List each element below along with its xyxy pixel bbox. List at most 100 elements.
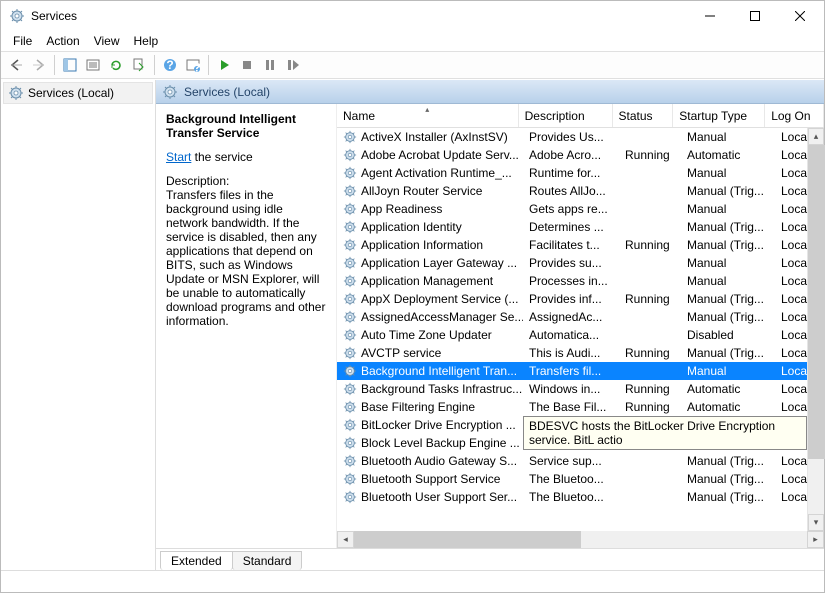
help-topics-button[interactable]: ?: [182, 54, 204, 76]
service-row[interactable]: Application ManagementProcesses in...Man…: [337, 272, 807, 290]
restart-service-button[interactable]: [282, 54, 304, 76]
service-row[interactable]: AllJoyn Router ServiceRoutes AllJo...Man…: [337, 182, 807, 200]
pause-service-button[interactable]: [259, 54, 281, 76]
hscroll-thumb[interactable]: [354, 531, 581, 548]
sort-asc-icon: ▴: [425, 105, 429, 114]
service-name: AVCTP service: [361, 346, 441, 360]
service-description: Transfers fil...: [523, 364, 619, 378]
service-logon: Local Sy: [775, 364, 807, 378]
scroll-right-button[interactable]: ▸: [807, 531, 824, 548]
view-tabs: Extended Standard: [156, 548, 824, 570]
stop-service-button[interactable]: [236, 54, 258, 76]
properties-button[interactable]: [82, 54, 104, 76]
service-name: App Readiness: [361, 202, 442, 216]
service-row[interactable]: Bluetooth Audio Gateway S...Service sup.…: [337, 452, 807, 470]
content-header-title: Services (Local): [184, 85, 270, 99]
back-button[interactable]: [5, 54, 27, 76]
menu-view[interactable]: View: [88, 32, 126, 50]
start-service-line: Start the service: [166, 150, 326, 164]
service-logon: Local Se: [775, 328, 807, 342]
menu-action[interactable]: Action: [40, 32, 85, 50]
service-startup: Manual (Trig...: [681, 472, 775, 486]
tooltip: BDESVC hosts the BitLocker Drive Encrypt…: [523, 416, 807, 450]
service-startup: Automatic: [681, 382, 775, 396]
content-header: Services (Local): [156, 80, 824, 104]
service-row[interactable]: AppX Deployment Service (...Provides inf…: [337, 290, 807, 308]
gear-icon: [8, 85, 24, 101]
service-logon: Local Sy: [775, 490, 807, 504]
nav-root-item[interactable]: Services (Local): [3, 82, 153, 104]
service-row[interactable]: AssignedAccessManager Se...AssignedAc...…: [337, 308, 807, 326]
service-row[interactable]: Application Layer Gateway ...Provides su…: [337, 254, 807, 272]
service-name: Bluetooth User Support Ser...: [361, 490, 517, 504]
service-status: Running: [619, 382, 681, 396]
service-row[interactable]: Background Tasks Infrastruc...Windows in…: [337, 380, 807, 398]
service-logon: Local Sy: [775, 166, 807, 180]
column-description[interactable]: Description: [519, 104, 613, 127]
service-logon: Local Se: [775, 184, 807, 198]
service-logon: Local Se: [775, 346, 807, 360]
service-row[interactable]: Bluetooth Support ServiceThe Bluetoo...M…: [337, 470, 807, 488]
service-row[interactable]: Bluetooth User Support Ser...The Bluetoo…: [337, 488, 807, 506]
service-row[interactable]: Application IdentityDetermines ...Manual…: [337, 218, 807, 236]
export-button[interactable]: [128, 54, 150, 76]
service-description: Automatica...: [523, 328, 619, 342]
start-service-button[interactable]: [213, 54, 235, 76]
column-name[interactable]: Name▴: [337, 104, 519, 127]
detail-pane: Background Intelligent Transfer Service …: [156, 104, 336, 548]
tab-extended[interactable]: Extended: [160, 551, 233, 570]
service-row[interactable]: Application InformationFacilitates t...R…: [337, 236, 807, 254]
column-status[interactable]: Status: [613, 104, 674, 127]
service-description: The Base Fil...: [523, 400, 619, 414]
nav-tree: Services (Local): [1, 80, 156, 570]
service-startup: Manual (Trig...: [681, 184, 775, 198]
forward-button[interactable]: [28, 54, 50, 76]
service-logon: Local Sy: [775, 274, 807, 288]
menu-file[interactable]: File: [7, 32, 38, 50]
scroll-up-button[interactable]: ▴: [808, 128, 824, 145]
menubar: File Action View Help: [1, 31, 824, 51]
service-row[interactable]: Base Filtering EngineThe Base Fil...Runn…: [337, 398, 807, 416]
column-startup[interactable]: Startup Type: [673, 104, 765, 127]
service-description: Adobe Acro...: [523, 148, 619, 162]
service-description: Provides su...: [523, 256, 619, 270]
description-block: Description: Transfers files in the back…: [166, 174, 326, 328]
close-button[interactable]: [777, 1, 822, 31]
service-status: Running: [619, 400, 681, 414]
service-startup: Manual: [681, 256, 775, 270]
start-link[interactable]: Start: [166, 150, 191, 164]
service-logon: Local Sy: [775, 202, 807, 216]
service-row[interactable]: ActiveX Installer (AxInstSV)Provides Us.…: [337, 128, 807, 146]
service-description: Provides Us...: [523, 130, 619, 144]
menu-help[interactable]: Help: [128, 32, 165, 50]
service-row[interactable]: Agent Activation Runtime_...Runtime for.…: [337, 164, 807, 182]
refresh-button[interactable]: [105, 54, 127, 76]
service-row[interactable]: App ReadinessGets apps re...ManualLocal …: [337, 200, 807, 218]
minimize-button[interactable]: [687, 1, 732, 31]
service-row[interactable]: Adobe Acrobat Update Serv...Adobe Acro..…: [337, 146, 807, 164]
scroll-down-button[interactable]: ▾: [808, 514, 824, 531]
help-button[interactable]: ?: [159, 54, 181, 76]
scroll-thumb[interactable]: [808, 145, 825, 459]
column-logon[interactable]: Log On: [765, 104, 824, 127]
vertical-scrollbar[interactable]: ▴ ▾: [807, 128, 824, 531]
scroll-left-button[interactable]: ◂: [337, 531, 354, 548]
service-description: Determines ...: [523, 220, 619, 234]
maximize-button[interactable]: [732, 1, 777, 31]
service-name: Application Identity: [361, 220, 462, 234]
service-name: AssignedAccessManager Se...: [361, 310, 523, 324]
gear-icon: [343, 184, 357, 198]
service-name: AllJoyn Router Service: [361, 184, 482, 198]
show-hide-tree-button[interactable]: [59, 54, 81, 76]
gear-icon: [343, 490, 357, 504]
service-row[interactable]: AVCTP serviceThis is Audi...RunningManua…: [337, 344, 807, 362]
tab-standard[interactable]: Standard: [232, 551, 303, 570]
service-row[interactable]: Background Intelligent Tran...Transfers …: [337, 362, 807, 380]
service-description: The Bluetoo...: [523, 472, 619, 486]
status-bar: [1, 570, 824, 592]
service-row[interactable]: Auto Time Zone UpdaterAutomatica...Disab…: [337, 326, 807, 344]
service-description: Processes in...: [523, 274, 619, 288]
horizontal-scrollbar[interactable]: ◂ ▸: [337, 531, 824, 548]
service-logon: Local Sy: [775, 292, 807, 306]
service-startup: Automatic: [681, 400, 775, 414]
